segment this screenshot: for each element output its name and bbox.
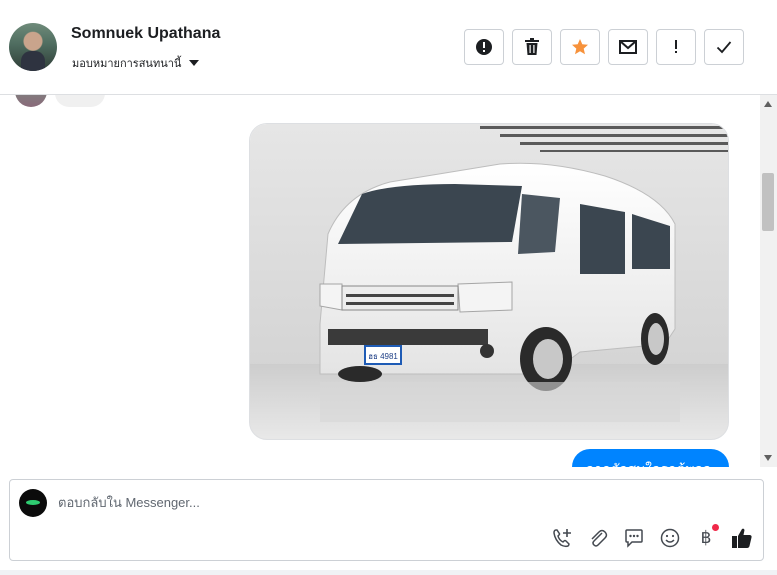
reply-input[interactable] <box>58 495 708 510</box>
caret-down-icon <box>189 60 200 66</box>
received-message-bubble[interactable] <box>55 95 105 107</box>
saved-replies-button[interactable] <box>622 526 646 550</box>
payment-button[interactable]: ฿ <box>694 524 719 550</box>
add-call-button[interactable] <box>550 526 574 550</box>
bottom-divider <box>0 570 777 575</box>
like-button[interactable] <box>730 526 754 550</box>
reply-composer: ฿ <box>9 479 764 561</box>
sent-image-message[interactable]: ฮธ 4981 <box>249 123 729 440</box>
trash-icon <box>525 38 539 55</box>
page-avatar <box>19 489 47 517</box>
sender-avatar <box>15 95 47 107</box>
thread-scrollbar[interactable] <box>760 95 777 467</box>
exclamation-icon <box>675 40 677 53</box>
license-plate: ฮธ 4981 <box>368 352 398 361</box>
contact-avatar[interactable] <box>9 23 57 71</box>
star-button[interactable] <box>560 29 600 65</box>
like-icon <box>732 528 752 548</box>
scroll-up-arrow-icon[interactable] <box>764 101 772 107</box>
van-photo: ฮธ 4981 <box>250 124 728 439</box>
sent-text-message[interactable]: จากตัวสมใจรถตู้พอจะ <box>572 449 729 467</box>
delete-button[interactable] <box>512 29 552 65</box>
checkmark-icon <box>716 41 732 54</box>
mark-done-button[interactable] <box>704 29 744 65</box>
emoji-icon <box>660 528 680 548</box>
notification-dot <box>712 524 719 531</box>
add-call-icon <box>553 529 571 548</box>
scrollbar-thumb[interactable] <box>762 173 774 231</box>
contact-name[interactable]: Somnuek Upathana <box>71 25 220 43</box>
follow-up-button[interactable] <box>656 29 696 65</box>
assign-label: มอบหมายการสนทนานี้ <box>72 58 182 70</box>
mark-spam-button[interactable] <box>464 29 504 65</box>
mark-unread-button[interactable] <box>608 29 648 65</box>
payment-baht-icon: ฿ <box>700 528 712 547</box>
scroll-down-arrow-icon[interactable] <box>764 455 772 461</box>
attachment-button[interactable] <box>586 526 610 550</box>
emoji-button[interactable] <box>658 526 682 550</box>
star-icon <box>572 39 588 55</box>
message-thread[interactable]: ฮธ 4981 จากตัวสมใจรถตู้พอจะ <box>0 95 760 467</box>
saved-replies-icon <box>625 529 643 548</box>
assign-conversation-dropdown[interactable]: มอบหมายการสนทนานี้ <box>72 54 200 72</box>
attachment-icon <box>591 529 608 547</box>
conversation-header: Somnuek Upathana มอบหมายการสนทนานี้ <box>0 0 777 95</box>
alert-circle-icon <box>476 39 492 55</box>
envelope-icon <box>619 40 637 54</box>
